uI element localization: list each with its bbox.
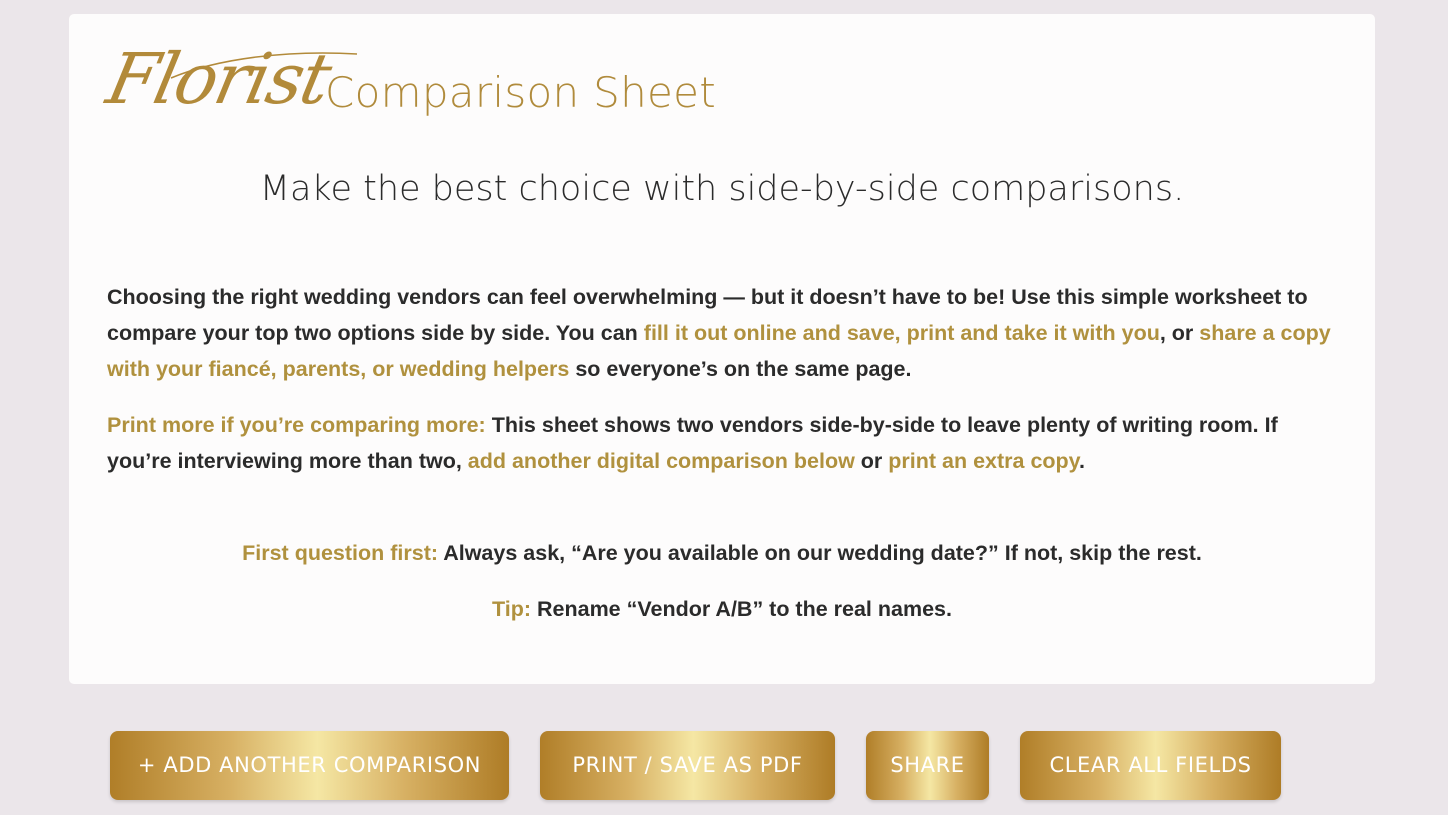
page-title: Comparison Sheet (325, 68, 717, 117)
print-more-label: Print more if you’re comparing more: (107, 413, 486, 437)
clear-all-button[interactable]: CLEAR ALL FIELDS (1020, 731, 1281, 800)
page-header: Florist Comparison Sheet (100, 24, 809, 144)
first-question-text: Always ask, “Are you available on our we… (438, 541, 1202, 565)
first-question-note: First question first: Always ask, “Are y… (69, 535, 1375, 571)
intro-text: , or (1159, 321, 1200, 345)
first-question-label: First question first: (242, 541, 439, 565)
print-more-paragraph: Print more if you’re comparing more: Thi… (107, 407, 1347, 479)
fill-online-link[interactable]: fill it out online and save, print and t… (644, 321, 1160, 345)
tip-label: Tip: (492, 597, 532, 621)
action-bar: + ADD ANOTHER COMPARISON PRINT / SAVE AS… (0, 731, 1448, 801)
tip-text: Rename “Vendor A/B” to the real names. (531, 597, 952, 621)
intro-card: Florist Comparison Sheet Make the best c… (69, 14, 1375, 684)
add-comparison-button[interactable]: + ADD ANOTHER COMPARISON (110, 731, 509, 800)
add-digital-comparison-link[interactable]: add another digital comparison below (468, 449, 855, 473)
intro-text: so everyone’s on the same page. (569, 357, 912, 381)
tip-note: Tip: Rename “Vendor A/B” to the real nam… (69, 591, 1375, 627)
page-subtitle: Make the best choice with side-by-side c… (259, 169, 1185, 209)
print-pdf-button[interactable]: PRINT / SAVE AS PDF (540, 731, 835, 800)
intro-paragraph: Choosing the right wedding vendors can f… (107, 279, 1347, 387)
print-extra-copy-link[interactable]: print an extra copy (888, 449, 1079, 473)
print-more-text: . (1079, 449, 1086, 473)
print-more-text: or (854, 449, 889, 473)
share-button[interactable]: SHARE (866, 731, 989, 800)
